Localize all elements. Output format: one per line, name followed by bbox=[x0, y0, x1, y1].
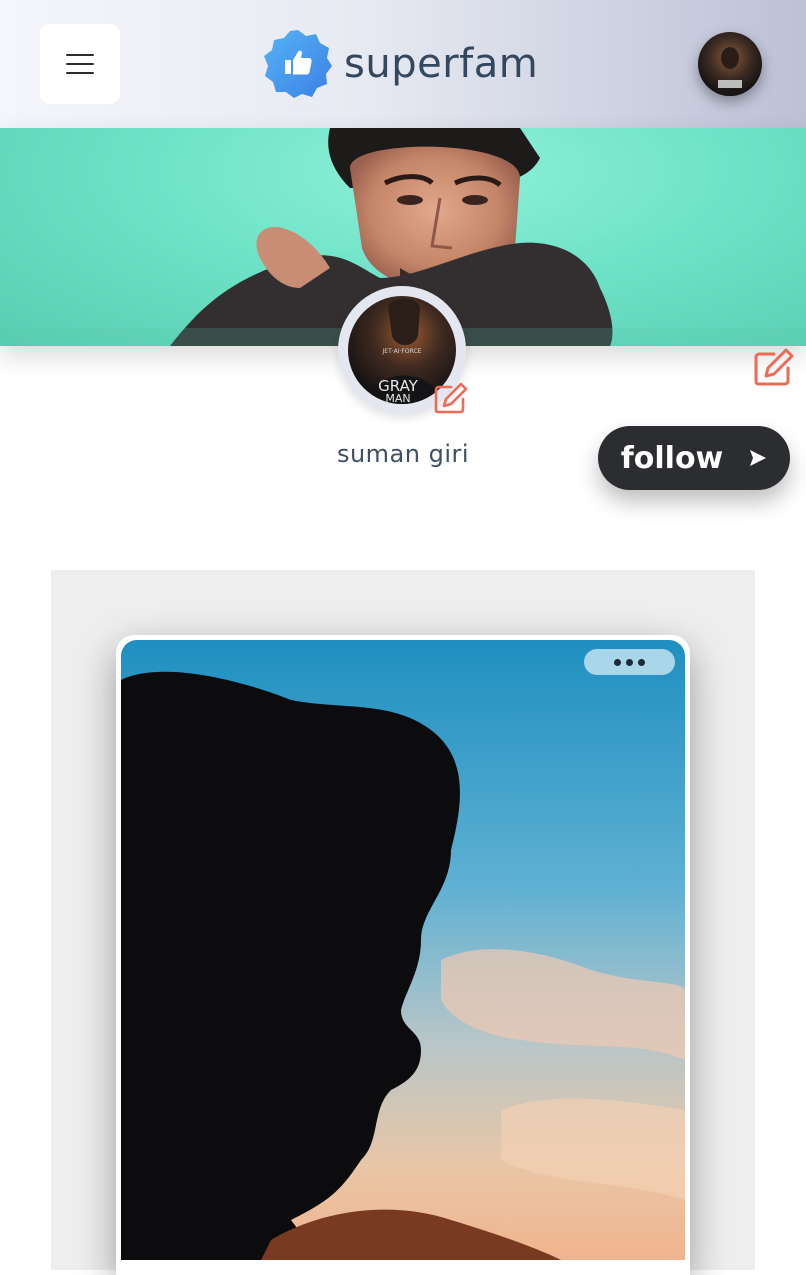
post-image[interactable] bbox=[121, 640, 685, 1260]
top-header: superfam bbox=[0, 0, 806, 128]
thumbs-up-badge-icon bbox=[264, 30, 332, 98]
follow-button[interactable]: follow bbox=[598, 426, 790, 490]
more-dot bbox=[626, 658, 633, 666]
post-photo bbox=[121, 640, 685, 1260]
poster-top-line: JET·AI·FORCE bbox=[382, 348, 422, 355]
post-more-button[interactable] bbox=[584, 649, 675, 675]
profile-username: suman giri bbox=[336, 440, 470, 468]
follow-label: follow bbox=[620, 440, 724, 476]
hamburger-line bbox=[66, 63, 94, 65]
more-dots-icon bbox=[614, 658, 621, 666]
hamburger-menu-icon bbox=[66, 54, 94, 56]
more-dot bbox=[638, 658, 645, 666]
poster-title-line2: MAN bbox=[385, 392, 410, 404]
brand-name: superfam bbox=[344, 41, 539, 87]
hamburger-line bbox=[66, 72, 94, 74]
edit-avatar-icon[interactable] bbox=[434, 382, 468, 414]
header-user-avatar[interactable] bbox=[698, 32, 762, 96]
edit-cover-icon[interactable] bbox=[754, 348, 794, 386]
menu-button[interactable] bbox=[40, 24, 120, 104]
send-arrow-icon bbox=[750, 450, 767, 466]
brand-logo[interactable]: superfam bbox=[262, 28, 538, 100]
avatar-image bbox=[698, 32, 762, 96]
